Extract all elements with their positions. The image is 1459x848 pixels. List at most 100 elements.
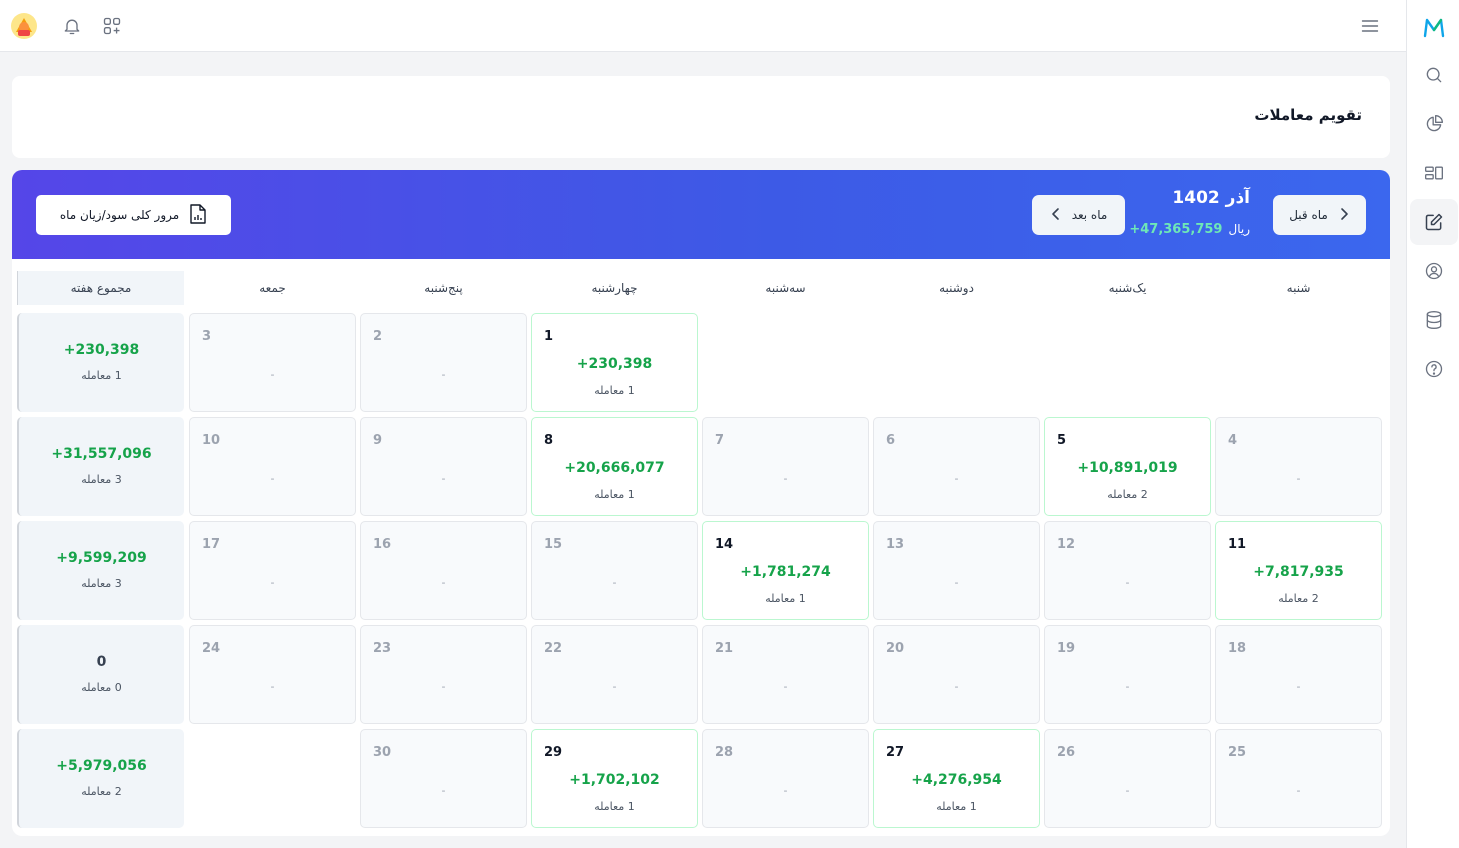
day-number: 10 [202,433,221,448]
week-trade-count: 1 معامله [19,369,184,382]
trade-count-number: 1 [627,800,635,813]
empty-mark: - [954,576,959,589]
day-cell[interactable]: 13 - [873,521,1040,620]
day-cell[interactable]: 11 +7,817,935 2 معامله [1215,521,1382,620]
week-trade-count-number: 2 [114,785,122,798]
week-total-cell: +5,979,056 2 معامله [17,729,184,828]
day-number: 19 [1057,641,1076,656]
day-cell[interactable]: 17 - [189,521,356,620]
empty-mark: - [954,472,959,485]
day-cell[interactable]: 25 - [1215,729,1382,828]
empty-mark: - [1296,680,1301,693]
day-cell[interactable]: 20 - [873,625,1040,724]
day-profit: +1,702,102 [569,772,660,788]
day-cell[interactable]: 6- [873,417,1040,516]
calendar-header: ماه قبل آذر 1402 ریال +47,365,759 ماه بع… [12,170,1390,259]
trade-calendar: ماه قبل آذر 1402 ریال +47,365,759 ماه بع… [12,170,1390,836]
empty-mark: - [441,472,446,485]
day-cell[interactable]: 29 +1,702,102 1 معامله [531,729,698,828]
edit-icon[interactable] [1410,199,1458,245]
pie-chart-icon[interactable] [1410,101,1458,147]
help-icon[interactable] [1410,346,1458,392]
day-cell[interactable]: 19 - [1044,625,1211,724]
day-cell[interactable]: 10 - [189,417,356,516]
day-number: 13 [886,537,905,552]
prev-month-label: ماه قبل [1289,208,1328,222]
month-overview-button[interactable]: مرور کلی سود/زیان ماه [36,195,231,235]
empty-mark: - [1296,784,1301,797]
day-number: 18 [1228,641,1247,656]
day-cell[interactable]: 28 - [702,729,869,828]
day-number: 9 [373,433,383,448]
weekday-label: جمعه [259,281,286,295]
day-cell[interactable]: 4- [1215,417,1382,516]
day-cell[interactable]: 24 - [189,625,356,724]
week-total-value: +9,599,209 [56,550,147,566]
day-cell[interactable]: 26 - [1044,729,1211,828]
weekday-label: یک‌شنبه [1108,281,1147,295]
day-number: 2 [373,329,383,344]
day-cell[interactable]: 27 +4,276,954 1 معامله [873,729,1040,828]
search-icon[interactable] [1410,52,1458,98]
week-trade-count-word: معامله [81,473,112,486]
day-cell[interactable]: 7- [702,417,869,516]
day-profit: +1,781,274 [740,564,831,580]
empty-mark: - [441,784,446,797]
day-number: 16 [373,537,392,552]
logo-icon[interactable] [1410,5,1458,51]
empty-mark: - [783,472,788,485]
trade-count-number: 2 [1311,592,1319,605]
day-cell[interactable]: 16 - [360,521,527,620]
day-cell[interactable]: 8 +20,666,077 1 معامله [531,417,698,516]
day-cell[interactable]: 1 +230,398 1 معامله [531,313,698,412]
day-number: 20 [886,641,905,656]
trade-count: 1 معامله [532,488,697,501]
trade-count-word: معامله [594,384,625,397]
empty-mark: - [954,680,959,693]
layout-icon[interactable] [1410,150,1458,196]
apps-add-icon[interactable] [98,12,126,40]
day-number: 29 [544,745,563,760]
day-number: 21 [715,641,734,656]
day-cell[interactable]: 30 - [360,729,527,828]
day-number: 4 [1228,433,1238,448]
day-cell[interactable]: 12 - [1044,521,1211,620]
user-avatar[interactable] [10,12,38,40]
day-number: 25 [1228,745,1247,760]
week-trade-count-number: 0 [114,681,122,694]
day-number: 6 [886,433,896,448]
day-cell[interactable]: 23 - [360,625,527,724]
week-trade-count-word: معامله [81,577,112,590]
trade-count: 1 معامله [532,800,697,813]
week-trade-count-word: معامله [81,681,112,694]
weekday-label: پنج‌شنبه [424,281,463,295]
next-month-button[interactable]: ماه بعد [1032,195,1125,235]
day-profit: +10,891,019 [1077,460,1178,476]
day-cell[interactable]: 22 - [531,625,698,724]
empty-mark: - [1125,576,1130,589]
day-cell[interactable]: 5 +10,891,019 2 معامله [1044,417,1211,516]
day-number: 23 [373,641,392,656]
trade-count-word: معامله [1278,592,1309,605]
day-profit: +7,817,935 [1253,564,1344,580]
bell-icon[interactable] [58,12,86,40]
month-total-value: +47,365,759 [1129,222,1223,237]
weekday-label: چهارشنبه [591,281,638,295]
database-icon[interactable] [1410,297,1458,343]
day-cell[interactable]: 14 +1,781,274 1 معامله [702,521,869,620]
weekday-label: شنبه [1286,281,1311,295]
empty-mark: - [270,680,275,693]
empty-mark: - [270,368,275,381]
empty-mark: - [1296,472,1301,485]
user-circle-icon[interactable] [1410,248,1458,294]
weekday-label: دوشنبه [939,281,974,295]
trade-count: 1 معامله [703,592,868,605]
prev-month-button[interactable]: ماه قبل [1273,195,1366,235]
day-cell[interactable]: 15 - [531,521,698,620]
day-cell[interactable]: 3- [189,313,356,412]
menu-icon[interactable] [1356,12,1384,40]
day-cell[interactable]: 2- [360,313,527,412]
day-cell[interactable]: 9- [360,417,527,516]
day-cell[interactable]: 21 - [702,625,869,724]
day-cell[interactable]: 18 - [1215,625,1382,724]
